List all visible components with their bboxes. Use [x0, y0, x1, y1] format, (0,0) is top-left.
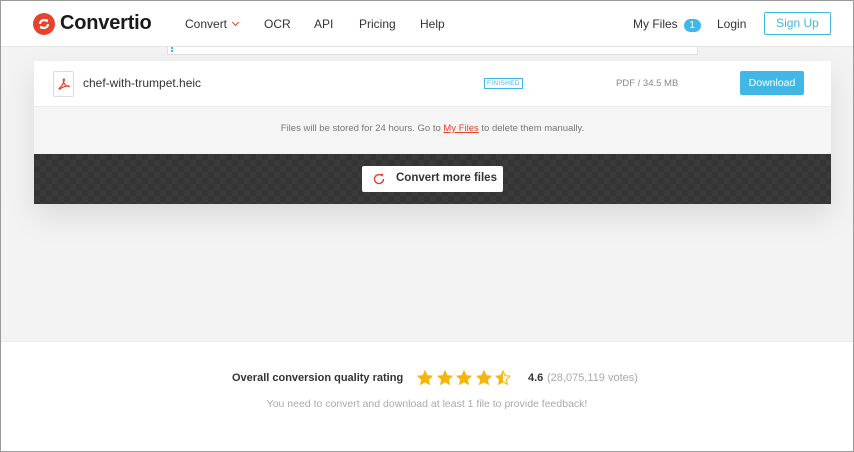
- rating-votes: (28,075,119 votes): [547, 372, 638, 384]
- signup-button[interactable]: Sign Up: [764, 12, 831, 35]
- star-full-icon: [475, 370, 492, 386]
- rating-row: Overall conversion quality rating 4.6 (2…: [1, 370, 853, 391]
- nav-convert-label: Convert: [185, 17, 228, 31]
- star-full-icon: [456, 370, 472, 386]
- file-row: chef-with-trumpet.heic FINISHED PDF / 34…: [34, 61, 831, 107]
- feedback-message: You need to convert and download at leas…: [266, 398, 588, 410]
- convertio-logo[interactable]: Convertio: [33, 12, 152, 35]
- nav-api[interactable]: API: [314, 17, 333, 31]
- chevron-down-icon: [231, 18, 240, 27]
- refresh-icon: [372, 172, 386, 189]
- upload-panel-remnant: [167, 47, 698, 55]
- rating-value: 4.6: [528, 372, 544, 384]
- status-badge: FINISHED: [484, 78, 523, 89]
- dotted-divider: [171, 47, 173, 53]
- nav-pricing[interactable]: Pricing: [359, 17, 396, 31]
- download-button[interactable]: Download: [740, 71, 804, 95]
- convertio-logo-icon: [33, 12, 55, 35]
- my-files-notice-link[interactable]: My Files: [443, 123, 478, 134]
- file-format-size: PDF / 34.5 MB: [616, 78, 679, 89]
- my-files-count-badge: 1: [683, 19, 701, 32]
- convert-more-files-label: Convert more files: [396, 172, 497, 184]
- file-name: chef-with-trumpet.heic: [83, 76, 202, 90]
- my-files-label: My Files: [633, 17, 678, 31]
- feedback-section: Overall conversion quality rating 4.6 (2…: [1, 341, 853, 451]
- nav-convert[interactable]: Convert: [185, 17, 240, 31]
- login-link[interactable]: Login: [717, 17, 746, 31]
- rating-label: Overall conversion quality rating: [232, 372, 404, 384]
- my-files-link[interactable]: My Files 1: [633, 17, 701, 32]
- convert-more-files-button[interactable]: Convert more files: [362, 166, 503, 192]
- site-header: Convertio Convert OCR API Pricing Help M…: [1, 1, 853, 47]
- convert-more-bar: Convert more files: [34, 154, 831, 204]
- notice-text-after: to delete them manually.: [478, 123, 585, 134]
- conversion-card: chef-with-trumpet.heic FINISHED PDF / 34…: [34, 61, 831, 204]
- nav-help[interactable]: Help: [420, 17, 445, 31]
- star-full-icon: [417, 370, 433, 386]
- rating-stars: [417, 370, 515, 386]
- star-half-icon: [495, 370, 511, 386]
- star-full-icon: [436, 370, 453, 386]
- nav-ocr[interactable]: OCR: [264, 17, 291, 31]
- logo-text: Convertio: [60, 12, 152, 34]
- notice-text-before: Files will be stored for 24 hours. Go to: [280, 123, 444, 134]
- storage-notice: Files will be stored for 24 hours. Go to…: [34, 107, 831, 154]
- pdf-file-icon: [53, 71, 74, 97]
